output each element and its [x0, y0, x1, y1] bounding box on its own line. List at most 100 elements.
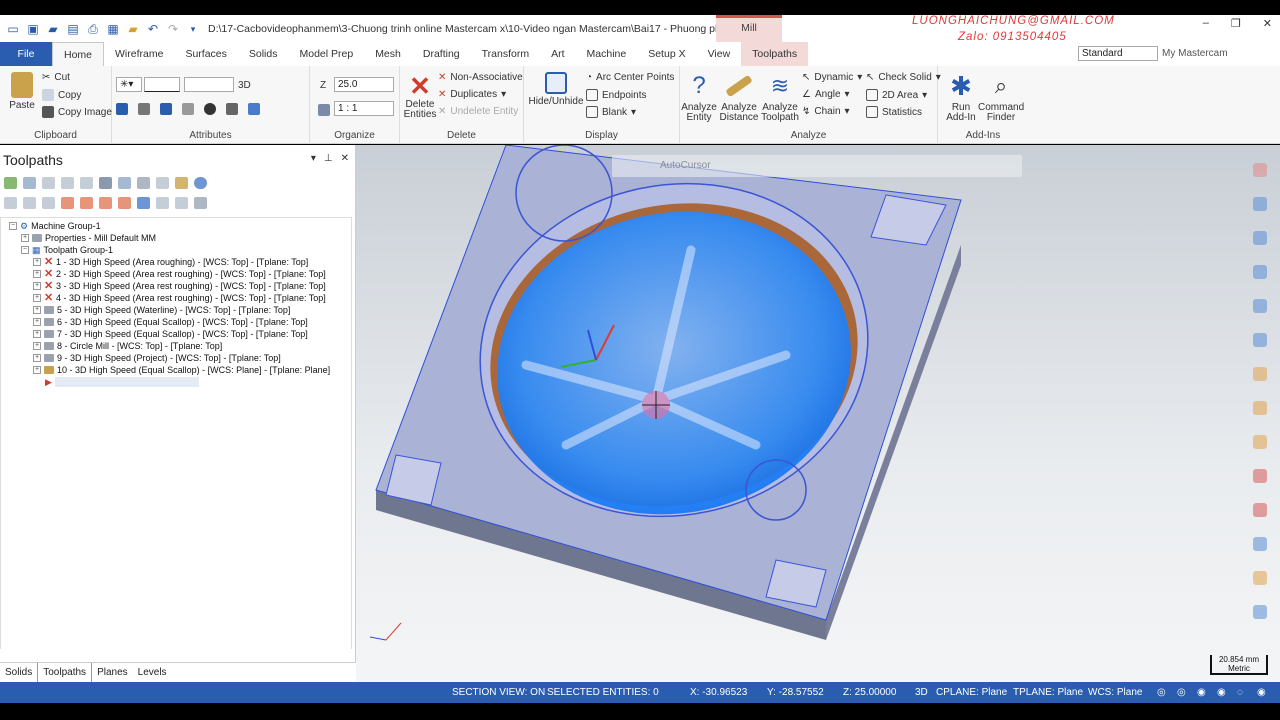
simulate-icon[interactable]: [118, 177, 131, 189]
angle-button[interactable]: ∠ Angle ▾: [802, 89, 850, 100]
graphics-viewport[interactable]: AutoCursor 20.854 mm Metric: [356, 145, 1280, 682]
operation-row[interactable]: +10 - 3D High Speed (Equal Scallop) - [W…: [33, 364, 330, 376]
analysis-icon[interactable]: [1253, 537, 1267, 551]
material-icon[interactable]: [182, 103, 194, 115]
print-icon[interactable]: ⎙: [86, 22, 100, 36]
zoom-in-icon[interactable]: [1253, 197, 1267, 211]
pin-icon[interactable]: ⊥: [324, 153, 333, 164]
shade-icon[interactable]: [1253, 367, 1267, 381]
operation-row[interactable]: + ✕ 4 - 3D High Speed (Area rest roughing)…: [33, 292, 326, 304]
tab-drafting[interactable]: Drafting: [412, 42, 471, 66]
panel-close-icon[interactable]: ✕: [341, 153, 349, 164]
wcs-status[interactable]: WCS: Plane: [1088, 687, 1142, 698]
area-2d-button[interactable]: 2D Area ▾: [866, 89, 927, 101]
globe-icon[interactable]: [204, 103, 216, 115]
select-invalid-icon[interactable]: [23, 177, 36, 189]
print-preview-icon[interactable]: ▦: [106, 22, 120, 36]
tab-solids-manager[interactable]: Solids: [0, 663, 37, 684]
new-file-icon[interactable]: ▭: [6, 22, 20, 36]
save-icon[interactable]: ▣: [26, 22, 40, 36]
translucency-icon[interactable]: [1253, 435, 1267, 449]
non-associative-button[interactable]: ✕ Non-Associative: [438, 72, 523, 83]
backplot-icon[interactable]: [80, 177, 93, 189]
delete-entities-button[interactable]: ✕ Delete Entities: [402, 72, 438, 120]
tab-wireframe[interactable]: Wireframe: [104, 42, 174, 66]
tab-art[interactable]: Art: [540, 42, 575, 66]
wireframe-view-icon[interactable]: ◎: [1157, 687, 1166, 698]
configuration-select[interactable]: Standard: [1078, 46, 1158, 61]
move-down-icon[interactable]: [61, 197, 74, 209]
wireframe-icon[interactable]: [1253, 401, 1267, 415]
fit-icon[interactable]: [1253, 231, 1267, 245]
lock-icon[interactable]: [4, 197, 17, 209]
toolpath-group-node[interactable]: − ▦ Toolpath Group-1: [21, 244, 113, 256]
tab-home[interactable]: Home: [52, 42, 105, 66]
duplicates-button[interactable]: ✕ Duplicates ▾: [438, 89, 506, 100]
g1-icon[interactable]: [156, 177, 169, 189]
scroll-icon[interactable]: [118, 197, 131, 209]
tab-surfaces[interactable]: Surfaces: [174, 42, 237, 66]
set-all-icon[interactable]: [226, 103, 238, 115]
gview-icon[interactable]: [1253, 299, 1267, 313]
hidden-view-icon[interactable]: ◉: [1217, 687, 1226, 698]
move-up-icon[interactable]: [80, 197, 93, 209]
section-view-status[interactable]: SECTION VIEW: ON: [452, 687, 545, 698]
surface-color-icon[interactable]: [138, 103, 150, 115]
translucent-view-icon[interactable]: ◌: [1237, 687, 1243, 698]
point-style-select[interactable]: ✳▾: [116, 77, 142, 92]
clip-icon[interactable]: [1253, 503, 1267, 517]
dynamic-button[interactable]: ↖ Dynamic ▾: [802, 72, 862, 83]
operation-row[interactable]: +5 - 3D High Speed (Waterline) - [WCS: T…: [33, 304, 290, 316]
cplane-status[interactable]: CPLANE: Plane: [936, 687, 1007, 698]
statistics-button[interactable]: Statistics: [866, 106, 922, 118]
tab-machine[interactable]: Machine: [576, 42, 638, 66]
undelete-entity-button[interactable]: ✕ Undelete Entity: [438, 106, 518, 117]
y-coordinate[interactable]: Y: -28.57552: [767, 687, 824, 698]
shaded-view-icon[interactable]: ◉: [1197, 687, 1206, 698]
redo-icon[interactable]: ↷: [166, 22, 180, 36]
selected-entities-status[interactable]: SELECTED ENTITIES: 0: [547, 687, 659, 698]
verify-icon[interactable]: [99, 177, 112, 189]
wireframe-color-icon[interactable]: [116, 103, 128, 115]
post-icon[interactable]: [137, 177, 150, 189]
open-folder-icon[interactable]: ▰: [46, 22, 60, 36]
cut-button[interactable]: ✂ Cut: [42, 72, 70, 83]
blank-button[interactable]: Blank ▾: [586, 106, 636, 118]
tab-file[interactable]: File: [0, 42, 52, 66]
restore-icon[interactable]: ❐: [1231, 17, 1241, 30]
autocursor-toolbar[interactable]: AutoCursor: [612, 155, 1022, 177]
solid-color-icon[interactable]: [160, 103, 172, 115]
scale-input[interactable]: 1 : 1: [334, 101, 394, 116]
material-view-icon[interactable]: ◉: [1257, 687, 1266, 698]
z-coordinate[interactable]: Z: 25.00000: [843, 687, 896, 698]
operation-row[interactable]: + ✕ 1 - 3D High Speed (Area roughing) - [W…: [33, 256, 308, 268]
arc-center-points-button[interactable]: ◔ Arc Center Points: [586, 72, 674, 83]
regenerate-all-icon[interactable]: [42, 177, 55, 189]
regenerate-dirty-icon[interactable]: [61, 177, 74, 189]
operation-row[interactable]: +9 - 3D High Speed (Project) - [WCS: Top…: [33, 352, 281, 364]
save-as-icon[interactable]: ▤: [66, 22, 80, 36]
globe-view-icon[interactable]: ◎: [1177, 687, 1186, 698]
my-mastercam-link[interactable]: My Mastercam: [1162, 48, 1228, 59]
tplane-status[interactable]: TPLANE: Plane: [1013, 687, 1083, 698]
undo-icon[interactable]: ↶: [146, 22, 160, 36]
analyze-toolpath-button[interactable]: ≋ Analyze Toolpath: [760, 72, 800, 123]
rotate-icon[interactable]: [1253, 265, 1267, 279]
tab-solids[interactable]: Solids: [238, 42, 289, 66]
close-icon[interactable]: ✕: [1263, 17, 1272, 30]
copy-image-button[interactable]: Copy Image: [42, 106, 112, 118]
analyze-entity-button[interactable]: ? Analyze Entity: [680, 72, 718, 123]
toggle-post-icon[interactable]: [42, 197, 55, 209]
tab-transform[interactable]: Transform: [471, 42, 540, 66]
paste-button[interactable]: Paste: [6, 72, 38, 111]
tab-planes-manager[interactable]: Planes: [92, 663, 133, 684]
operation-row[interactable]: +6 - 3D High Speed (Equal Scallop) - [WC…: [33, 316, 308, 328]
tab-model-prep[interactable]: Model Prep: [288, 42, 364, 66]
toggle-display-icon[interactable]: [23, 197, 36, 209]
toolpath-options-icon[interactable]: [194, 197, 207, 209]
high-feed-icon[interactable]: [175, 177, 188, 189]
single-display-icon[interactable]: [137, 197, 150, 209]
run-addin-button[interactable]: ✱ Run Add-In: [942, 72, 980, 123]
properties-node[interactable]: + Properties - Mill Default MM: [21, 232, 156, 244]
copy-button[interactable]: Copy: [42, 89, 81, 101]
